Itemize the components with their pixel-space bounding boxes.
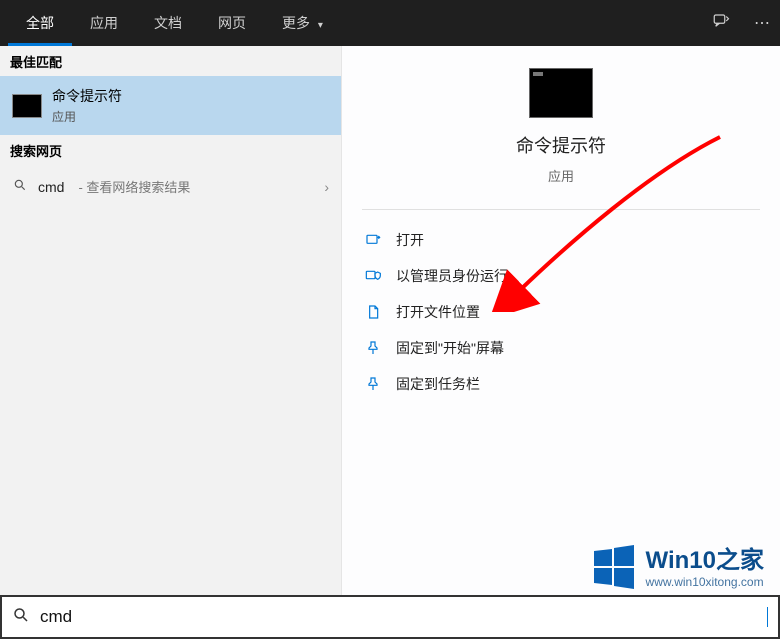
tab-more-label: 更多 [282, 15, 310, 31]
action-open-file-location-label: 打开文件位置 [396, 302, 480, 322]
search-web-header: 搜索网页 [0, 135, 341, 165]
best-match-header: 最佳匹配 [0, 46, 341, 76]
search-bar[interactable] [0, 595, 780, 639]
action-run-as-admin-label: 以管理员身份运行 [396, 266, 508, 286]
action-open-label: 打开 [396, 230, 424, 250]
app-large-icon [529, 68, 593, 118]
action-pin-to-start-label: 固定到"开始"屏幕 [396, 338, 504, 358]
best-match-result[interactable]: 命令提示符 应用 [0, 76, 341, 135]
open-icon [364, 231, 382, 249]
search-filter-tabs: 全部 应用 文档 网页 更多 ▾ ⋯ [0, 0, 780, 46]
search-web-result[interactable]: cmd - 查看网络搜索结果 › [0, 165, 341, 208]
preview-panel: 命令提示符 应用 打开 以管理员身份运 [342, 46, 780, 595]
feedback-icon[interactable] [712, 12, 730, 35]
action-open[interactable]: 打开 [350, 222, 772, 258]
action-pin-to-taskbar-label: 固定到任务栏 [396, 374, 480, 394]
more-options-icon[interactable]: ⋯ [754, 13, 770, 33]
best-match-title: 命令提示符 [52, 86, 122, 106]
preview-subtitle: 应用 [548, 166, 574, 185]
preview-title: 命令提示符 [516, 132, 606, 158]
text-caret [767, 607, 768, 627]
web-hint: - 查看网络搜索结果 [78, 177, 190, 196]
best-match-subtitle: 应用 [52, 108, 122, 125]
pin-icon [364, 339, 382, 357]
tab-all[interactable]: 全部 [8, 0, 72, 46]
action-pin-to-taskbar[interactable]: 固定到任务栏 [350, 366, 772, 402]
cmd-thumbnail-icon [12, 94, 42, 118]
search-input[interactable] [40, 607, 763, 627]
tab-apps[interactable]: 应用 [72, 0, 136, 46]
web-term: cmd [38, 179, 64, 195]
action-list: 打开 以管理员身份运行 打开文件位置 [342, 218, 780, 406]
action-run-as-admin[interactable]: 以管理员身份运行 [350, 258, 772, 294]
divider [362, 209, 760, 210]
results-panel: 最佳匹配 命令提示符 应用 搜索网页 cmd - 查看网络搜索结果 › [0, 46, 342, 595]
search-icon [12, 606, 30, 629]
chevron-down-icon: ▾ [318, 20, 323, 31]
search-icon [12, 178, 28, 195]
action-open-file-location[interactable]: 打开文件位置 [350, 294, 772, 330]
action-pin-to-start[interactable]: 固定到"开始"屏幕 [350, 330, 772, 366]
tab-more[interactable]: 更多 ▾ [264, 0, 341, 46]
tab-docs[interactable]: 文档 [136, 0, 200, 46]
pin-icon [364, 375, 382, 393]
shield-run-icon [364, 267, 382, 285]
tab-web[interactable]: 网页 [200, 0, 264, 46]
file-location-icon [364, 303, 382, 321]
chevron-right-icon: › [324, 179, 329, 195]
